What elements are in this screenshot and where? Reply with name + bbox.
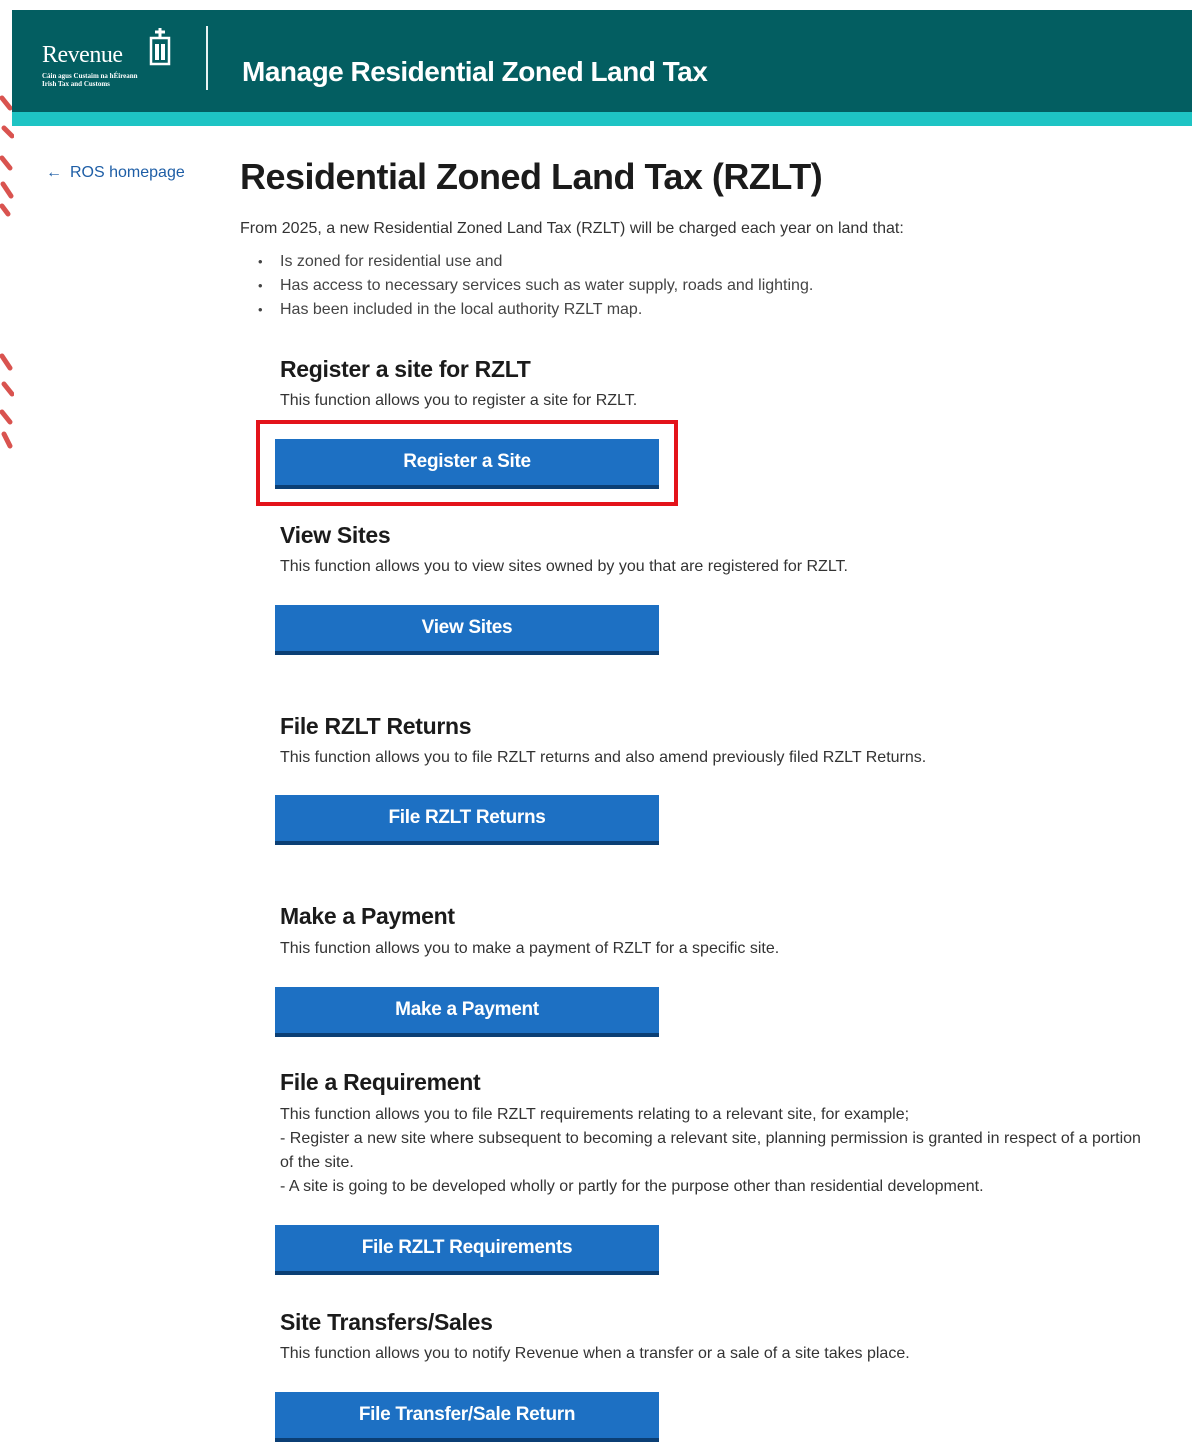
ros-homepage-label: ROS homepage [70,164,185,181]
register-site-heading: Register a site for RZLT [280,356,531,382]
file-requirement-example: - Register a new site where subsequent t… [280,1130,1141,1147]
file-requirement-description: This function allows you to file RZLT re… [280,1106,910,1123]
file-requirement-heading: File a Requirement [280,1069,481,1095]
ros-homepage-link[interactable]: ← ROS homepage [46,164,185,182]
register-site-button[interactable]: Register a Site [275,439,659,489]
intro-text: From 2025, a new Residential Zoned Land … [240,220,904,237]
revenue-logo[interactable]: Revenue Cáin agus Custaim na hÉireann Ir… [42,26,182,96]
file-requirement-example: - A site is going to be developed wholly… [280,1178,984,1195]
harp-icon [149,28,171,66]
app-header: Revenue Cáin agus Custaim na hÉireann Ir… [12,10,1192,112]
site-transfers-description: This function allows you to notify Reven… [280,1345,910,1362]
make-payment-heading: Make a Payment [280,903,455,929]
list-item: Is zoned for residential use and [258,250,813,274]
view-sites-description: This function allows you to view sites o… [280,558,848,575]
make-payment-button[interactable]: Make a Payment [275,987,659,1037]
arrow-left-icon: ← [46,164,62,181]
app-title: Manage Residential Zoned Land Tax [242,56,708,87]
view-sites-heading: View Sites [280,522,391,548]
file-requirements-button[interactable]: File RZLT Requirements [275,1225,659,1275]
register-site-description: This function allows you to register a s… [280,392,638,409]
logo-wordmark: Revenue [42,42,123,68]
criteria-list: Is zoned for residential use and Has acc… [258,250,813,322]
header-divider [206,26,208,90]
make-payment-description: This function allows you to make a payme… [280,940,780,957]
header-accent-strip [12,112,1192,126]
site-transfers-heading: Site Transfers/Sales [280,1309,493,1335]
view-sites-button[interactable]: View Sites [275,605,659,655]
file-returns-heading: File RZLT Returns [280,713,472,739]
file-returns-description: This function allows you to file RZLT re… [280,749,927,766]
file-requirement-example-cont: of the site. [280,1154,354,1171]
logo-subtitle: Cáin agus Custaim na hÉireann Irish Tax … [42,72,138,88]
edge-annotation-mark [0,353,14,449]
file-transfer-sale-button[interactable]: File Transfer/Sale Return [275,1392,659,1442]
file-returns-button[interactable]: File RZLT Returns [275,795,659,845]
list-item: Has access to necessary services such as… [258,274,813,298]
list-item: Has been included in the local authority… [258,298,813,322]
page-title: Residential Zoned Land Tax (RZLT) [240,156,823,197]
